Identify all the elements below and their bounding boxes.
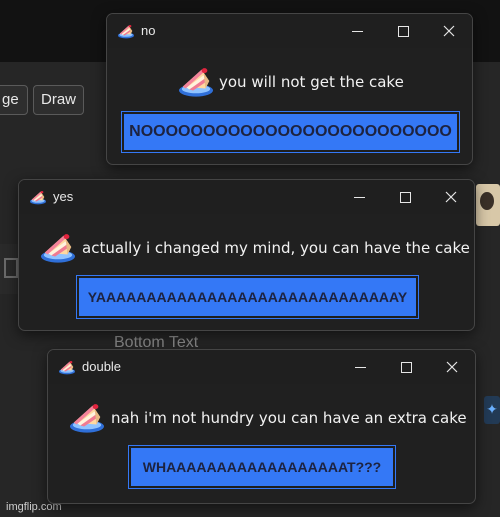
cake-slice-icon [39, 230, 77, 264]
background-button-partial[interactable]: ge [0, 85, 28, 115]
dialog-message: you will not get the cake [219, 73, 404, 91]
yes-button[interactable]: YAAAAAAAAAAAAAAAAAAAAAAAAAAAAAAY [76, 275, 419, 319]
window-title: no [141, 23, 156, 38]
minimize-button[interactable] [337, 350, 383, 384]
dialog-window-yes: yes actually i changed my mind, you can … [18, 179, 475, 331]
dialog-window-no: no you will not get the cake NOOOOOOOOOO… [106, 13, 473, 165]
close-button[interactable] [428, 180, 474, 214]
close-icon [443, 25, 455, 37]
close-icon [446, 361, 458, 373]
close-button[interactable] [426, 14, 472, 48]
minimize-button[interactable] [336, 180, 382, 214]
maximize-button[interactable] [380, 14, 426, 48]
maximize-icon [400, 361, 412, 373]
minimize-button[interactable] [334, 14, 380, 48]
cake-slice-icon [29, 189, 47, 205]
window-title: yes [53, 189, 74, 204]
dialog-window-double: double nah i'm not hundry you can have a… [47, 349, 476, 504]
whaaat-button[interactable]: WHAAAAAAAAAAAAAAAAAAT??? [128, 445, 396, 489]
minimize-icon [353, 196, 365, 198]
titlebar[interactable]: yes [19, 180, 474, 214]
background-draw-button[interactable]: Draw [33, 85, 85, 115]
titlebar[interactable]: no [107, 14, 472, 48]
minimize-icon [354, 366, 366, 368]
no-button[interactable]: NOOOOOOOOOOOOOOOOOOOOOOOOO [121, 111, 460, 153]
titlebar[interactable]: double [48, 350, 475, 384]
window-title: double [82, 359, 122, 374]
maximize-button[interactable] [383, 350, 429, 384]
cake-slice-icon [58, 359, 76, 375]
cake-slice-icon [177, 64, 215, 98]
dialog-message: actually i changed my mind, you can have… [82, 239, 470, 257]
sparkle-icon[interactable]: ✦ [484, 396, 500, 424]
close-button[interactable] [429, 350, 475, 384]
flag-icon [4, 258, 18, 278]
cake-slice-icon [68, 400, 106, 434]
background-thumbnail[interactable] [476, 184, 500, 226]
dialog-message: nah i'm not hundry you can have an extra… [111, 409, 467, 427]
minimize-icon [351, 30, 363, 32]
maximize-button[interactable] [382, 180, 428, 214]
maximize-icon [397, 25, 409, 37]
maximize-icon [399, 191, 411, 203]
cake-slice-icon [117, 23, 135, 39]
close-icon [445, 191, 457, 203]
